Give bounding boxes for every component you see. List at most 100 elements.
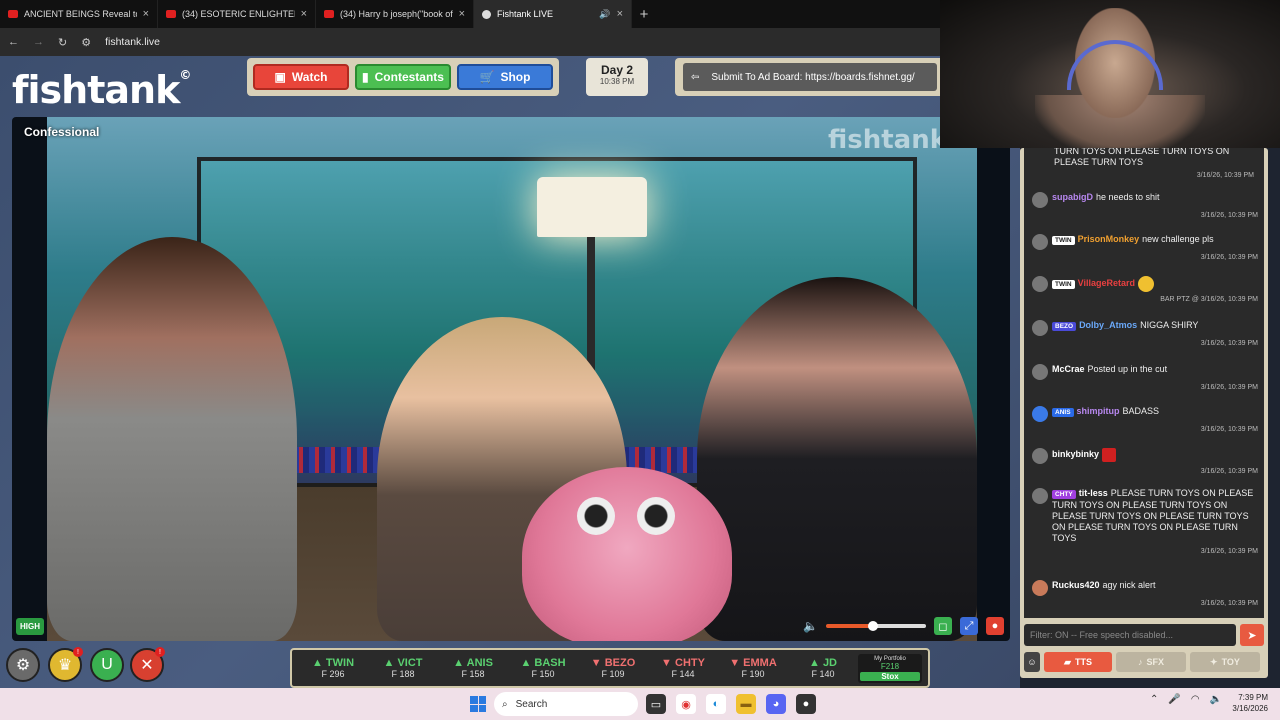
tts-button[interactable]: ▰ TTS — [1044, 652, 1112, 672]
avatar[interactable] — [1032, 580, 1048, 596]
avatar[interactable] — [1032, 192, 1048, 208]
mic-icon[interactable]: 🎤 — [1168, 694, 1180, 705]
message-icon: ▰ — [1064, 656, 1071, 667]
day-label: Day 2 — [600, 63, 634, 77]
arrow-up-icon: ▲ — [311, 657, 323, 669]
chevron-up-icon[interactable]: ⌃ — [1150, 694, 1158, 705]
taskbar-search[interactable]: ⌕ Search — [494, 692, 638, 716]
chat-input[interactable]: Filter: ON -- Free speech disabled... — [1024, 624, 1236, 646]
file-explorer-icon[interactable]: ▬ — [736, 694, 756, 714]
tools-button[interactable]: ✕! — [130, 647, 165, 682]
chat-username[interactable]: binkybinky — [1052, 449, 1099, 459]
avatar[interactable] — [1032, 488, 1048, 504]
tools-icon: ✕ — [140, 657, 154, 674]
volume-slider[interactable] — [826, 621, 926, 631]
avatar[interactable] — [1032, 406, 1048, 422]
close-tab-icon[interactable]: × — [459, 8, 465, 20]
chat-username[interactable]: tit-less — [1079, 488, 1108, 498]
avatar[interactable] — [1032, 448, 1048, 464]
chat-settings-button[interactable]: ☺ — [1024, 652, 1040, 672]
chat-username[interactable]: shimpitup — [1077, 406, 1120, 416]
settings-button[interactable]: ⚙ — [6, 648, 40, 682]
volume-icon[interactable]: 🔈 — [803, 619, 818, 633]
avatar[interactable] — [1032, 276, 1048, 292]
edge-icon[interactable]: ◐ — [706, 694, 726, 714]
forward-icon[interactable]: → — [33, 36, 44, 48]
volume-icon[interactable]: 🔈 — [1210, 694, 1222, 705]
arrow-up-icon: ▲ — [383, 657, 395, 669]
stock-item[interactable]: ▼ EMMA F 190 — [718, 657, 788, 679]
close-tab-icon[interactable]: × — [301, 8, 307, 20]
arrow-left-icon[interactable]: ⇦ — [691, 72, 699, 83]
fishtank-logo[interactable]: fishtank© — [12, 68, 191, 112]
browser-tab[interactable]: ANCIENT BEINGS Reveal to Ma × — [0, 0, 158, 28]
browser-tab[interactable]: (34) ESOTERIC ENLIGHTENMEN × — [158, 0, 316, 28]
wifi-icon[interactable]: ◠ — [1191, 694, 1200, 705]
obs-icon[interactable]: ● — [796, 694, 816, 714]
close-tab-icon[interactable]: × — [143, 8, 149, 20]
chat-messages[interactable]: TURN TOYS ON PLEASE TURN TOYS ON PLEASE … — [1024, 148, 1264, 618]
watch-button[interactable]: ▣ Watch — [253, 64, 349, 90]
windows-start-icon[interactable] — [470, 696, 486, 712]
avatar[interactable] — [1032, 364, 1048, 380]
stock-item[interactable]: ▲ TWIN F 296 — [298, 657, 368, 679]
reload-icon[interactable]: ↻ — [58, 36, 67, 49]
stock-item[interactable]: ▲ BASH F 150 — [508, 657, 578, 679]
stock-item[interactable]: ▼ BEZO F 109 — [578, 657, 648, 679]
shop-button[interactable]: 🛒 Shop — [457, 64, 553, 90]
notification-badge: ! — [155, 647, 165, 657]
room-title: Confessional — [24, 125, 100, 139]
video-controls: 🔈 ◻ ⤢ ● — [803, 617, 1004, 635]
arrow-up-icon: ▲ — [520, 657, 532, 669]
new-tab-button[interactable]: + — [632, 6, 656, 23]
browser-tab-bar: ANCIENT BEINGS Reveal to Ma × (34) ESOTE… — [0, 0, 940, 28]
browser-tab[interactable]: (34) Harry b joseph("book of w × — [316, 0, 474, 28]
back-icon[interactable]: ← — [8, 36, 19, 48]
discord-icon[interactable]: ◕ — [766, 694, 786, 714]
send-icon: ➤ — [1247, 629, 1257, 642]
chat-username[interactable]: VillageRetard — [1078, 278, 1135, 288]
record-icon[interactable]: ● — [986, 617, 1004, 635]
fullscreen-icon[interactable]: ⤢ — [960, 617, 978, 635]
stock-item[interactable]: ▲ JD F 140 — [788, 657, 858, 679]
volume-slider-thumb[interactable] — [868, 621, 878, 631]
sfx-button[interactable]: ♪ SFX — [1116, 652, 1186, 672]
contestants-button[interactable]: ▮ Contestants — [355, 64, 451, 90]
close-tab-icon[interactable]: × — [617, 8, 623, 20]
quality-button[interactable]: HIGH — [16, 618, 44, 635]
stox-button[interactable]: Stox — [860, 671, 920, 681]
stock-item[interactable]: ▼ CHTY F 144 — [648, 657, 718, 679]
site-info-icon[interactable]: ⚙ — [81, 36, 91, 49]
chat-username[interactable]: Dolby_Atmos — [1079, 320, 1137, 330]
tab-title: ANCIENT BEINGS Reveal to Ma — [24, 9, 137, 19]
chat-username[interactable]: supabigD — [1052, 192, 1093, 202]
person-left — [47, 237, 297, 641]
video-player[interactable]: fishtank Confessional HIGH 🔈 ◻ ⤢ ● — [12, 117, 1010, 641]
browser-tab-active[interactable]: Fishtank LIVE 🔊 × — [474, 0, 632, 28]
speaker-icon[interactable]: 🔊 — [599, 9, 610, 20]
send-button[interactable]: ➤ — [1240, 624, 1264, 646]
person-right — [697, 277, 977, 641]
task-view-icon[interactable]: ▭ — [646, 694, 666, 714]
avatar[interactable] — [1032, 234, 1048, 250]
chrome-icon[interactable]: ◉ — [676, 694, 696, 714]
chat-username[interactable]: McCrae — [1052, 364, 1085, 374]
clip-icon[interactable]: ◻ — [934, 617, 952, 635]
url-field[interactable]: fishtank.live — [105, 36, 160, 48]
pink-plush-owl — [522, 467, 732, 641]
chat-username[interactable]: Ruckus420 — [1052, 580, 1100, 590]
system-clock[interactable]: 7:39 PM 3/16/2026 — [1224, 692, 1268, 714]
chat-tools: ☺ ▰ TTS ♪ SFX ✦ TOY — [1024, 650, 1264, 674]
gear-icon: ⚙ — [15, 657, 31, 674]
toy-button[interactable]: ✦ TOY — [1190, 652, 1260, 672]
chat-username[interactable]: PrisonMonkey — [1078, 234, 1140, 244]
magnet-button[interactable]: U — [90, 648, 124, 682]
fishtank-favicon-icon — [482, 9, 491, 19]
avatar[interactable] — [1032, 320, 1048, 336]
crown-button[interactable]: ♛! — [48, 647, 83, 682]
stock-item[interactable]: ▲ ANIS F 158 — [438, 657, 508, 679]
ad-board-text[interactable]: Submit To Ad Board: https://boards.fishn… — [711, 72, 914, 83]
day-indicator: Day 2 10:38 PM — [586, 58, 648, 96]
stock-item[interactable]: ▲ VICT F 188 — [368, 657, 438, 679]
chat-message: binkybinky 3/16/26, 10:39 PM — [1032, 448, 1258, 475]
